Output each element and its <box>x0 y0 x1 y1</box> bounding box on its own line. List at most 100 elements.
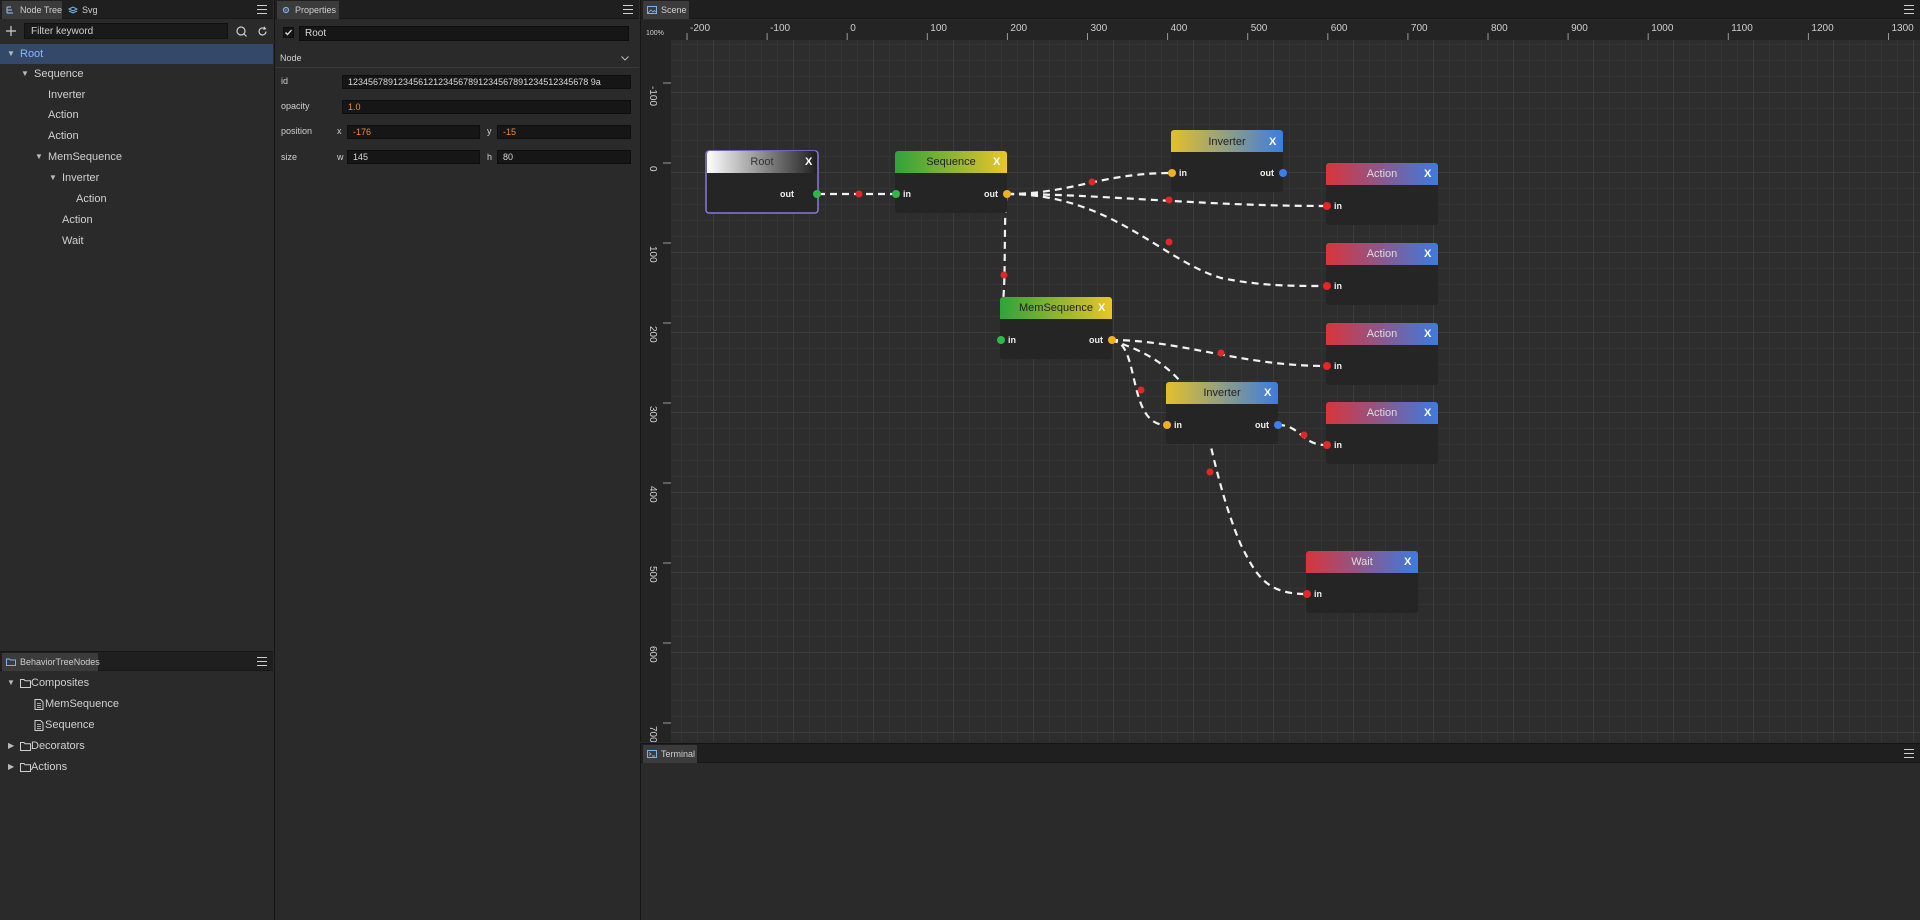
id-field[interactable]: 1234567891234561212345678912345678912345… <box>342 75 631 89</box>
node-inverter[interactable]: Inverter X in out <box>1163 382 1282 444</box>
tab-scene[interactable]: Scene <box>643 1 689 19</box>
close-icon[interactable]: X <box>1098 302 1106 314</box>
filter-input[interactable] <box>24 23 228 39</box>
node-tree-tabbar: Node Tree Svg <box>0 0 273 19</box>
node-root[interactable]: Root X out <box>705 150 821 214</box>
node-action[interactable]: Action X in <box>1323 163 1438 225</box>
x-tick-label: 1300 <box>1892 23 1915 34</box>
close-icon[interactable]: X <box>1269 136 1277 148</box>
port-in[interactable] <box>1303 590 1311 598</box>
close-icon[interactable]: X <box>1404 556 1412 568</box>
node-sequence[interactable]: Sequence X in out <box>892 151 1011 213</box>
port-in[interactable] <box>997 336 1005 344</box>
tab-node-tree[interactable]: Node Tree <box>2 1 62 19</box>
chevron-down-icon[interactable] <box>621 56 629 61</box>
tree-item-inverter[interactable]: Inverter <box>0 85 273 105</box>
node-action[interactable]: Action X in <box>1323 323 1438 385</box>
node-title: Action <box>1367 407 1398 419</box>
scene-canvas[interactable]: 100% -200 -100 0 100 200 300 400 500 600 700 800 90… <box>641 20 1920 742</box>
scene-tabbar: Scene <box>641 0 1920 19</box>
port-out-label: out <box>1260 168 1274 178</box>
expand-arrow-icon[interactable]: ▼ <box>7 673 15 693</box>
search-icon[interactable] <box>236 26 247 37</box>
expand-arrow-icon[interactable]: ▼ <box>7 44 15 64</box>
port-out[interactable] <box>1003 190 1011 198</box>
x-tick-label: 800 <box>1491 23 1508 34</box>
node-title: Inverter <box>1208 136 1246 148</box>
tree-item-action[interactable]: Action <box>0 189 273 209</box>
tab-terminal[interactable]: Terminal <box>643 745 697 763</box>
close-icon[interactable]: X <box>993 156 1001 168</box>
position-x-field[interactable]: -176 <box>347 125 480 139</box>
x-tick-label: 0 <box>850 23 856 34</box>
node-memsequence[interactable]: MemSequence X in out <box>997 297 1116 359</box>
port-in[interactable] <box>892 190 900 198</box>
tree-item-label: Inverter <box>62 172 100 184</box>
expand-arrow-icon[interactable]: ▼ <box>49 168 57 188</box>
add-icon[interactable] <box>6 26 16 36</box>
layers-icon <box>68 6 78 14</box>
port-out[interactable] <box>1274 421 1282 429</box>
tree-item-action[interactable]: Action <box>0 105 273 125</box>
tree-item-sequence[interactable]: ▼ Sequence <box>0 64 273 84</box>
tree-item-wait[interactable]: Wait <box>0 231 273 251</box>
port-in[interactable] <box>1323 202 1331 210</box>
close-icon[interactable]: X <box>1424 328 1432 340</box>
node-wait[interactable]: Wait X in <box>1303 551 1418 613</box>
collapse-arrow-icon[interactable]: ▶ <box>8 757 14 777</box>
node-tree-menu-icon[interactable] <box>257 5 267 14</box>
refresh-icon[interactable] <box>257 26 268 37</box>
section-header-node[interactable]: Node <box>275 50 639 68</box>
tab-properties[interactable]: Properties <box>277 1 339 19</box>
node-action[interactable]: Action X in <box>1323 402 1438 464</box>
scene-menu-icon[interactable] <box>1904 5 1914 14</box>
port-out[interactable] <box>1279 169 1287 177</box>
port-in[interactable] <box>1323 282 1331 290</box>
tab-svg[interactable]: Svg <box>64 1 104 19</box>
close-icon[interactable]: X <box>1424 407 1432 419</box>
folder-icon <box>20 763 31 772</box>
expand-arrow-icon[interactable]: ▼ <box>35 147 43 167</box>
position-y-label: y <box>487 126 492 136</box>
folder-icon <box>20 742 31 751</box>
close-icon[interactable]: X <box>1264 387 1272 399</box>
port-in[interactable] <box>1323 362 1331 370</box>
expand-arrow-icon[interactable]: ▼ <box>21 64 29 84</box>
y-tick-label: 700 <box>647 726 658 742</box>
close-icon[interactable]: X <box>1424 248 1432 260</box>
palette-item-composites[interactable]: ▼ Composites <box>0 673 273 693</box>
palette-item-decorators[interactable]: ▶ Decorators <box>0 736 273 756</box>
properties-menu-icon[interactable] <box>623 5 633 14</box>
tree-item-action[interactable]: Action <box>0 210 273 230</box>
tree-item-action[interactable]: Action <box>0 126 273 146</box>
terminal-output[interactable] <box>641 764 1920 920</box>
port-out[interactable] <box>813 190 821 198</box>
opacity-field[interactable]: 1.0 <box>342 100 631 114</box>
port-in[interactable] <box>1168 169 1176 177</box>
tree-item-inverter[interactable]: ▼ Inverter <box>0 168 273 188</box>
palette-menu-icon[interactable] <box>257 657 267 666</box>
terminal-menu-icon[interactable] <box>1904 749 1914 758</box>
palette-item-memsequence[interactable]: MemSequence <box>0 694 273 714</box>
visible-checkbox[interactable] <box>283 27 294 38</box>
tree-item-label: Action <box>62 214 93 226</box>
port-in[interactable] <box>1323 441 1331 449</box>
tree-item-memsequence[interactable]: ▼ MemSequence <box>0 147 273 167</box>
position-y-field[interactable]: -15 <box>497 125 631 139</box>
node-title: Action <box>1367 328 1398 340</box>
node-action[interactable]: Action X in <box>1323 243 1438 305</box>
port-out[interactable] <box>1108 336 1116 344</box>
tab-behavior-tree-nodes[interactable]: BehaviorTreeNodes <box>2 653 100 671</box>
size-h-field[interactable]: 80 <box>497 150 631 164</box>
size-w-field[interactable]: 145 <box>347 150 480 164</box>
palette-item-actions[interactable]: ▶ Actions <box>0 757 273 777</box>
close-icon[interactable]: X <box>805 156 813 168</box>
node-name-field[interactable]: Root <box>299 26 629 41</box>
tree-item-root[interactable]: ▼ Root <box>0 44 273 64</box>
terminal-tabbar: Terminal <box>641 744 1920 763</box>
collapse-arrow-icon[interactable]: ▶ <box>8 736 14 756</box>
port-in[interactable] <box>1163 421 1171 429</box>
node-inverter[interactable]: Inverter X in out <box>1168 130 1287 192</box>
palette-item-sequence[interactable]: Sequence <box>0 715 273 735</box>
close-icon[interactable]: X <box>1424 168 1432 180</box>
